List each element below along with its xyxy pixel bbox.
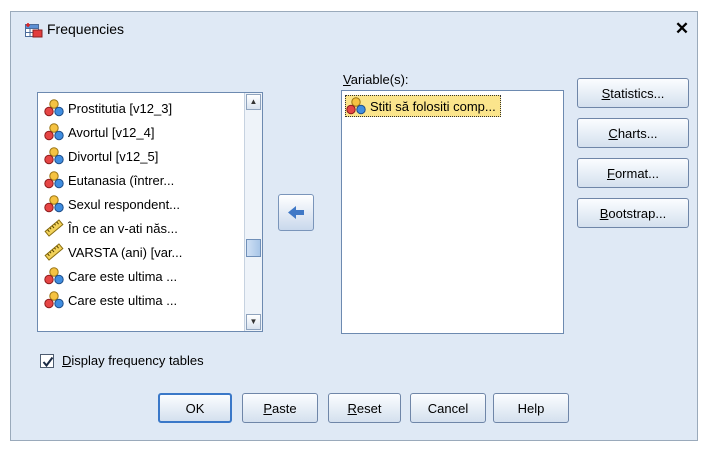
frequencies-app-icon xyxy=(25,22,43,38)
display-frequency-tables-label[interactable]: Display frequency tables xyxy=(62,353,204,368)
frequencies-dialog: Frequencies ✕ Prostitutia [v12_3] Avortul… xyxy=(10,11,698,441)
nominal-icon xyxy=(44,123,64,141)
scroll-thumb[interactable] xyxy=(246,239,261,257)
variable-label: Avortul [v12_4] xyxy=(68,124,155,140)
scale-icon xyxy=(44,219,64,237)
source-list-scrollbar[interactable]: ▲ ▼ xyxy=(244,93,262,331)
variable-label: Care este ultima ... xyxy=(68,268,178,284)
ok-button[interactable]: OK xyxy=(158,393,232,423)
variable-label: În ce an v-ati năs... xyxy=(68,220,178,236)
scroll-down-arrow[interactable]: ▼ xyxy=(246,314,261,330)
cancel-button[interactable]: Cancel xyxy=(410,393,486,423)
checkmark-icon xyxy=(42,356,54,368)
variable-list-item[interactable]: VARSTA (ani) [var... xyxy=(44,241,182,263)
variable-list-item[interactable]: Avortul [v12_4] xyxy=(44,121,154,143)
nominal-icon xyxy=(44,195,64,213)
variable-label: Stiti să folositi comp... xyxy=(370,98,496,114)
paste-button[interactable]: Paste xyxy=(242,393,318,423)
nominal-icon xyxy=(44,171,64,189)
variable-label: VARSTA (ani) [var... xyxy=(68,244,183,260)
title-bar: Frequencies ✕ xyxy=(11,12,697,48)
variable-list-item[interactable]: Prostitutia [v12_3] xyxy=(44,97,172,119)
format-button[interactable]: Format... xyxy=(577,158,689,188)
nominal-icon xyxy=(44,147,64,165)
reset-button[interactable]: Reset xyxy=(328,393,401,423)
nominal-icon xyxy=(346,97,366,115)
charts-button[interactable]: Charts... xyxy=(577,118,689,148)
variable-label: Sexul respondent... xyxy=(68,196,181,212)
variable-list-item[interactable]: Care este ultima ... xyxy=(44,289,177,311)
scale-icon xyxy=(44,243,64,261)
help-button[interactable]: Help xyxy=(493,393,569,423)
arrow-left-icon xyxy=(288,206,304,219)
display-frequency-tables-checkbox[interactable] xyxy=(40,354,54,368)
variable-label: Care este ultima ... xyxy=(68,292,178,308)
nominal-icon xyxy=(44,267,64,285)
variable-list-item[interactable]: Care este ultima ... xyxy=(44,265,177,287)
selected-variable-item[interactable]: Stiti să folositi comp... xyxy=(345,95,501,117)
variable-label: Prostitutia [v12_3] xyxy=(68,100,173,116)
variable-list-item[interactable]: Sexul respondent... xyxy=(44,193,180,215)
variable-list-item[interactable]: Divortul [v12_5] xyxy=(44,145,158,167)
move-variable-button[interactable] xyxy=(278,194,314,231)
variable-label: Eutanasia (întrer... xyxy=(68,172,175,188)
source-variable-list[interactable]: Prostitutia [v12_3] Avortul [v12_4] Divort… xyxy=(37,92,263,332)
window-title: Frequencies xyxy=(47,21,125,37)
nominal-icon xyxy=(44,99,64,117)
nominal-icon xyxy=(44,291,64,309)
scroll-up-arrow[interactable]: ▲ xyxy=(246,94,261,110)
variable-list-item[interactable]: Eutanasia (întrer... xyxy=(44,169,174,191)
statistics-button[interactable]: Statistics... xyxy=(577,78,689,108)
close-icon: ✕ xyxy=(674,19,690,38)
target-variable-list[interactable]: Stiti să folositi comp... xyxy=(341,90,564,334)
variable-label: Divortul [v12_5] xyxy=(68,148,159,164)
bootstrap-button[interactable]: Bootstrap... xyxy=(577,198,689,228)
close-button[interactable]: ✕ xyxy=(673,20,691,38)
variable-list-item[interactable]: În ce an v-ati năs... xyxy=(44,217,178,239)
variables-label: Variable(s): xyxy=(343,72,409,87)
